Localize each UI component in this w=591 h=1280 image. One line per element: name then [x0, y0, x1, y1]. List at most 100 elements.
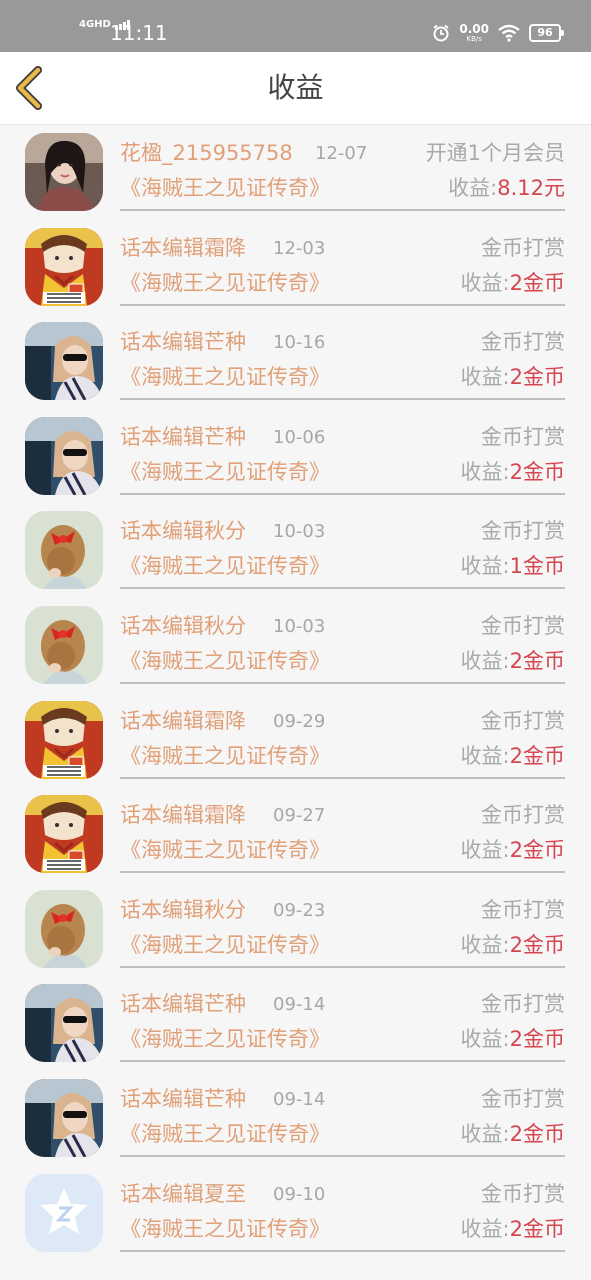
user-name: 话本编辑秋分 [120, 613, 246, 638]
earnings-label: 收益: [460, 270, 510, 295]
book-title: 《海贼王之见证传奇》 [120, 270, 330, 295]
avatar[interactable] [25, 417, 103, 495]
avatar-image [25, 795, 103, 873]
record-info: 话本编辑秋分 09-23 金币打赏《海贼王之见证传奇》 收益:2金币 [120, 882, 565, 968]
earnings-label: 收益: [460, 554, 510, 579]
user-name: 话本编辑芒种 [120, 330, 246, 355]
avatar-image [25, 1174, 103, 1252]
record-type: 金币打赏 [481, 330, 565, 355]
header: 收益 [0, 52, 591, 125]
record-type: 开通1个月会员 [425, 141, 565, 165]
earnings-label: 收益: [460, 932, 510, 957]
earnings-label: 收益: [460, 648, 510, 673]
record-type: 金币打赏 [481, 897, 565, 922]
user-name: 话本编辑夏至 [120, 1181, 246, 1206]
earnings: 收益:2金币 [461, 742, 565, 770]
record-date: 10-03 [273, 615, 326, 637]
earnings-value: 2金币 [509, 1216, 565, 1241]
record-type: 金币打赏 [481, 803, 565, 828]
record-type: 金币打赏 [481, 613, 565, 638]
earnings-label: 收益: [460, 1216, 510, 1241]
record-date: 09-23 [273, 899, 326, 921]
list-item[interactable]: 话本编辑霜降 12-03 金币打赏 《海贼王之见证传奇》 收益:2金币 [0, 220, 591, 315]
record-date: 10-03 [273, 521, 326, 543]
record-type: 金币打赏 [481, 708, 565, 733]
record-date: 09-27 [273, 805, 326, 827]
book-title: 《海贼王之见证传奇》 [120, 1027, 330, 1052]
book-title: 《海贼王之见证传奇》 [120, 838, 330, 863]
record-type: 金币打赏 [481, 424, 565, 449]
avatar[interactable] [25, 606, 103, 684]
list-item[interactable]: 话本编辑芒种 10-06 金币打赏 《海贼王之见证传奇》 收益:2金币 [0, 409, 591, 504]
book-title: 《海贼王之见证传奇》 [120, 459, 330, 484]
earnings-value: 2金币 [509, 1027, 565, 1052]
book-title: 《海贼王之见证传奇》 [120, 1216, 330, 1241]
avatar[interactable] [25, 511, 103, 589]
list-item[interactable]: 话本编辑霜降 09-29 金币打赏 《海贼王之见证传奇》 收益:2金币 [0, 693, 591, 788]
record-date: 10-16 [273, 332, 326, 354]
list-item[interactable]: 话本编辑芒种 10-16 金币打赏 《海贼王之见证传奇》 收益:2金币 [0, 314, 591, 409]
avatar[interactable] [25, 228, 103, 306]
earnings-value: 2金币 [509, 459, 565, 484]
earnings-label: 收益: [460, 838, 510, 863]
record-info: 话本编辑芒种 10-16 金币打赏 《海贼王之见证传奇》 收益:2金币 [120, 314, 565, 401]
user-name: 话本编辑秋分 [120, 519, 246, 544]
avatar[interactable] [25, 322, 103, 400]
list-item[interactable]: 话本编辑芒种 09-14 金币打赏 《海贼王之见证传奇》 收益:2金币 [0, 1071, 591, 1166]
record-date: 09-10 [273, 1183, 326, 1205]
user-name: 话本编辑芒种 [120, 424, 246, 449]
user-name: 话本编辑芒种 [120, 992, 246, 1017]
earnings: 收益:1金币 [461, 552, 565, 580]
list-item[interactable]: 话本编辑秋分 10-03 金币打赏 《海贼王之见证传奇》 收益:2金币 [0, 598, 591, 693]
record-info: 话本编辑芒种 09-14 金币打赏《海贼王之见证传奇》 收益:2金币 [120, 976, 565, 1063]
avatar[interactable] [25, 701, 103, 779]
clock: 11:11 [110, 21, 168, 45]
user-name: 花楹_215955758 [120, 141, 293, 165]
network-speed: 0.00 KB/s [459, 21, 489, 43]
earnings-value: 2金币 [509, 932, 565, 957]
list-item[interactable]: 话本编辑秋分 09-23 金币打赏《海贼王之见证传奇》 收益:2金币 [0, 882, 591, 977]
avatar[interactable] [25, 890, 103, 968]
record-info: 话本编辑霜降 12-03 金币打赏 《海贼王之见证传奇》 收益:2金币 [120, 220, 565, 306]
earnings: 收益:2金币 [461, 363, 565, 391]
avatar[interactable] [25, 1174, 103, 1252]
record-info: 话本编辑芒种 09-14 金币打赏 《海贼王之见证传奇》 收益:2金币 [120, 1071, 565, 1157]
list-item[interactable]: 花楹_215955758 12-07 开通1个月会员 《海贼王之见证传奇》 收益:8.1… [0, 125, 591, 220]
earnings-list: 花楹_215955758 12-07 开通1个月会员 《海贼王之见证传奇》 收益:8.1… [0, 125, 591, 1260]
list-item[interactable]: 话本编辑夏至 09-10 金币打赏 《海贼王之见证传奇》 收益:2金币 [0, 1166, 591, 1261]
record-date: 12-03 [273, 237, 326, 259]
user-name: 话本编辑霜降 [120, 803, 246, 828]
earnings-label: 收益: [460, 1121, 510, 1146]
user-name: 话本编辑秋分 [120, 897, 246, 922]
user-name: 话本编辑霜降 [120, 235, 246, 260]
record-info: 话本编辑芒种 10-06 金币打赏 《海贼王之见证传奇》 收益:2金币 [120, 409, 565, 495]
list-item[interactable]: 话本编辑秋分 10-03 金币打赏 《海贼王之见证传奇》 收益:1金币 [0, 503, 591, 598]
avatar[interactable] [25, 984, 103, 1062]
book-title: 《海贼王之见证传奇》 [120, 554, 330, 579]
list-item[interactable]: 话本编辑芒种 09-14 金币打赏《海贼王之见证传奇》 收益:2金币 [0, 976, 591, 1071]
record-type: 金币打赏 [481, 992, 565, 1017]
avatar-image [25, 228, 103, 306]
earnings-value: 2金币 [509, 648, 565, 673]
list-item[interactable]: 话本编辑霜降 09-27 金币打赏《海贼王之见证传奇》 收益:2金币 [0, 787, 591, 882]
earnings-label: 收益: [460, 1027, 510, 1052]
earnings: 收益:2金币 [461, 1120, 565, 1148]
record-date: 09-14 [273, 994, 326, 1016]
earnings: 收益:2金币 [461, 269, 565, 297]
alarm-icon [433, 24, 450, 42]
avatar-image [25, 701, 103, 779]
record-date: 12-07 [315, 143, 368, 164]
avatar-image [25, 322, 103, 400]
record-date: 09-14 [273, 1088, 326, 1110]
book-title: 《海贼王之见证传奇》 [120, 932, 330, 957]
earnings-value: 2金币 [509, 838, 565, 863]
avatar-image [25, 1079, 103, 1157]
earnings-label: 收益: [460, 459, 510, 484]
avatar[interactable] [25, 795, 103, 873]
wifi-icon [498, 24, 520, 42]
avatar-image [25, 890, 103, 968]
avatar[interactable] [25, 1079, 103, 1157]
earnings: 收益:2金币 [461, 647, 565, 675]
avatar[interactable] [25, 133, 103, 211]
book-title: 《海贼王之见证传奇》 [120, 743, 330, 768]
